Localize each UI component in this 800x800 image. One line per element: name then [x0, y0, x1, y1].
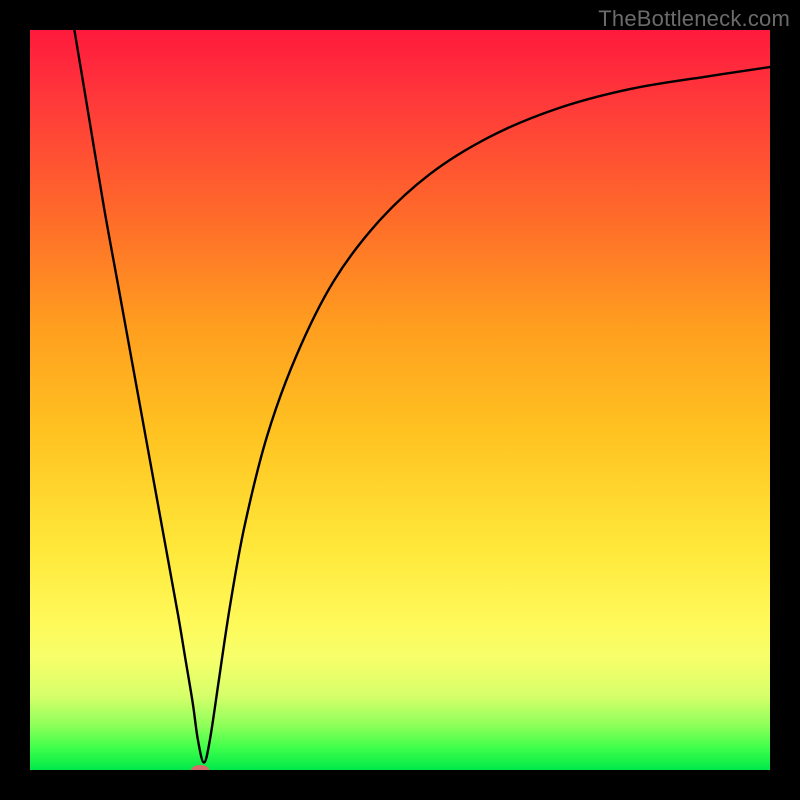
plot-area	[30, 30, 770, 770]
watermark-text: TheBottleneck.com	[598, 6, 790, 32]
curve-layer	[30, 30, 770, 770]
min-marker	[191, 765, 209, 770]
series-curve	[74, 30, 770, 763]
chart-frame: TheBottleneck.com	[0, 0, 800, 800]
